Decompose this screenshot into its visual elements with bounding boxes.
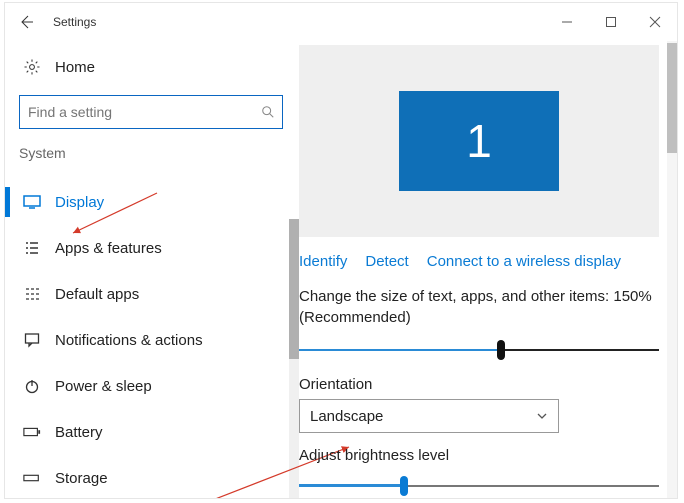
slider-track-empty <box>400 485 659 487</box>
list-icon <box>23 241 41 255</box>
titlebar: Settings <box>5 3 677 41</box>
sidebar-item-label: Notifications & actions <box>55 332 203 349</box>
power-icon <box>23 378 41 394</box>
orientation-value: Landscape <box>310 408 383 425</box>
sidebar-item-power[interactable]: Power & sleep <box>19 363 299 409</box>
sidebar-item-label: Power & sleep <box>55 378 152 395</box>
detect-link[interactable]: Detect <box>365 253 408 270</box>
orientation-select[interactable]: Landscape <box>299 399 559 433</box>
gear-icon <box>23 58 41 76</box>
monitor-number: 1 <box>466 114 492 168</box>
scale-slider[interactable] <box>299 338 659 362</box>
display-action-links: Identify Detect Connect to a wireless di… <box>299 253 659 270</box>
sidebar-item-default-apps[interactable]: Default apps <box>19 271 299 317</box>
search-wrap <box>19 95 283 129</box>
slider-thumb[interactable] <box>497 340 505 360</box>
minimize-icon <box>561 16 573 28</box>
monitor-tile[interactable]: 1 <box>399 91 559 191</box>
maximize-icon <box>605 16 617 28</box>
sidebar-item-label: Apps & features <box>55 240 162 257</box>
back-button[interactable] <box>5 3 47 41</box>
annotation-arrow-icon <box>65 187 165 237</box>
sidebar: Home System Display <box>5 41 299 498</box>
scale-description: Change the size of text, apps, and other… <box>299 286 659 328</box>
close-button[interactable] <box>633 3 677 41</box>
display-arrangement-preview[interactable]: 1 <box>299 45 659 237</box>
brightness-label: Adjust brightness level <box>299 447 659 464</box>
display-settings-panel: 1 Identify Detect Connect to a wireless … <box>299 41 677 498</box>
orientation-label: Orientation <box>299 376 659 393</box>
home-label: Home <box>55 59 95 76</box>
battery-icon <box>23 426 41 438</box>
content-scroll-thumb[interactable] <box>667 43 677 153</box>
section-label: System <box>19 145 299 161</box>
slider-track-empty <box>497 349 659 351</box>
sidebar-scroll-thumb[interactable] <box>289 219 299 359</box>
close-icon <box>649 16 661 28</box>
grid-icon <box>23 287 41 301</box>
arrow-left-icon <box>18 14 34 30</box>
storage-icon <box>23 472 41 484</box>
identify-link[interactable]: Identify <box>299 253 347 270</box>
maximize-button[interactable] <box>589 3 633 41</box>
slider-thumb[interactable] <box>400 476 408 496</box>
monitor-icon <box>23 195 41 209</box>
wireless-display-link[interactable]: Connect to a wireless display <box>427 253 621 270</box>
slider-track-filled <box>299 349 497 351</box>
minimize-button[interactable] <box>545 3 589 41</box>
settings-window: Settings Home <box>4 2 678 499</box>
sidebar-item-label: Battery <box>55 424 103 441</box>
content-scrollbar[interactable] <box>667 41 677 498</box>
slider-track-filled <box>299 484 400 487</box>
brightness-slider[interactable] <box>299 474 659 498</box>
home-link[interactable]: Home <box>19 47 299 87</box>
chevron-down-icon <box>536 410 548 422</box>
window-title: Settings <box>53 15 96 29</box>
chat-icon <box>23 332 41 348</box>
sidebar-item-label: Default apps <box>55 286 139 303</box>
search-input[interactable] <box>19 95 283 129</box>
sidebar-item-notifications[interactable]: Notifications & actions <box>19 317 299 363</box>
window-controls <box>545 3 677 41</box>
sidebar-item-label: Storage <box>55 470 108 487</box>
